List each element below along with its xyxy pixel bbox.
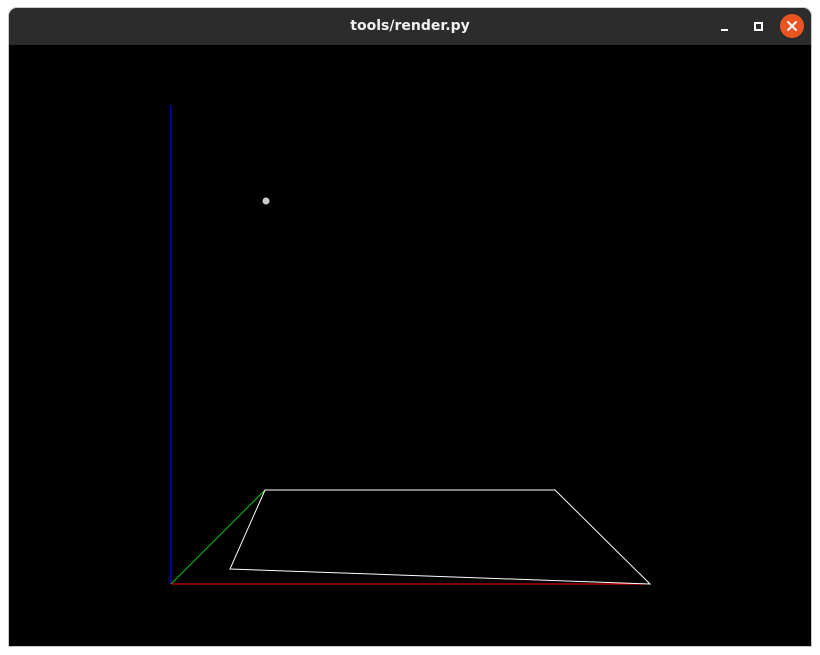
maximize-button[interactable] [746, 14, 770, 38]
close-icon [787, 21, 797, 31]
app-window: tools/render.py [9, 8, 811, 646]
window-title: tools/render.py [350, 18, 470, 34]
ground-plane-outline [229, 489, 652, 585]
scene-svg [170, 105, 652, 585]
minimize-button[interactable] [712, 14, 736, 38]
scene-point [262, 197, 270, 205]
title-bar[interactable]: tools/render.py [9, 8, 811, 45]
render-canvas[interactable] [9, 45, 811, 646]
close-button[interactable] [780, 14, 804, 38]
